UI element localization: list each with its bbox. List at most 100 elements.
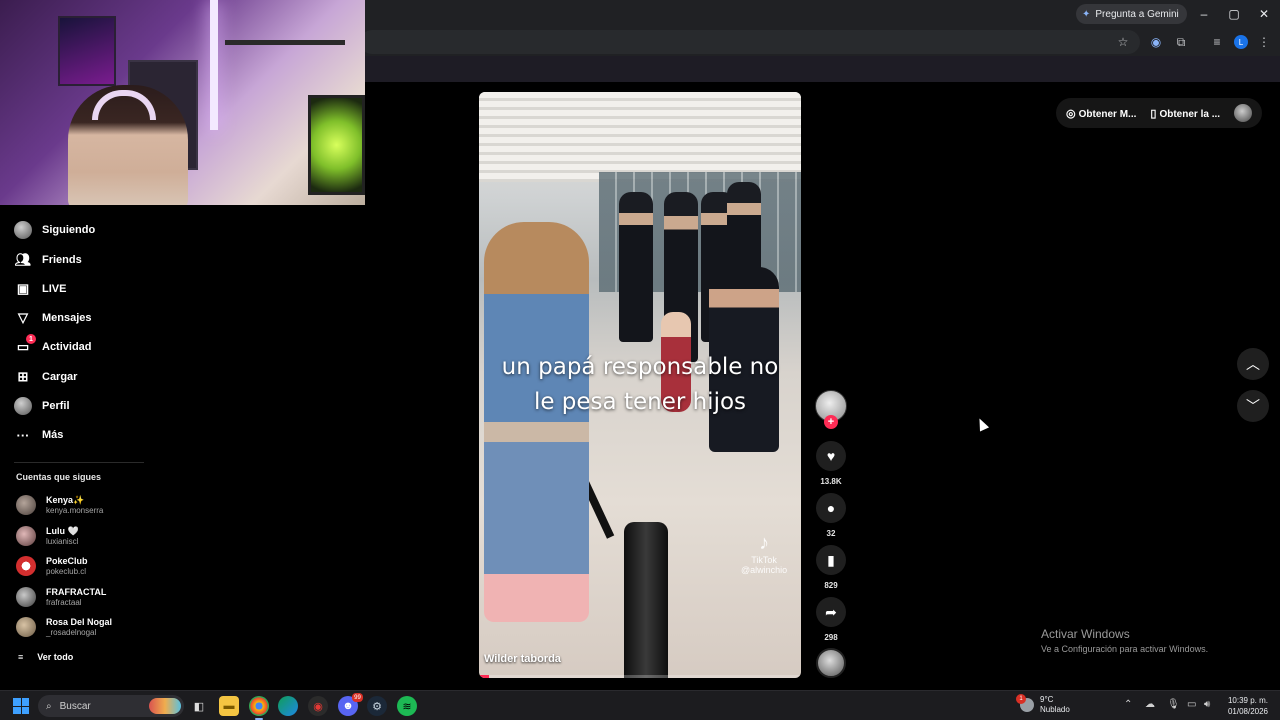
gemini-button[interactable]: ✦ Pregunta a Gemini <box>1076 4 1187 24</box>
gemini-label: Pregunta a Gemini <box>1095 8 1179 20</box>
sidebar-item-label: Mensajes <box>42 312 92 324</box>
sidebar-item-live[interactable]: ▣ LIVE <box>14 277 67 301</box>
search-highlight-image <box>149 698 181 714</box>
chrome-icon[interactable] <box>249 696 269 720</box>
live-icon: ▣ <box>16 281 30 296</box>
bookmark-star-icon[interactable]: ☆ <box>1115 34 1131 50</box>
sidebar-divider <box>14 462 144 463</box>
sidebar-item-upload[interactable]: ⊞ Cargar <box>14 365 78 389</box>
comment-count: 32 <box>826 529 836 538</box>
discord-badge: 99 <box>352 693 363 702</box>
minimize-button[interactable]: – <box>1192 4 1216 24</box>
search-icon: ⌕ <box>46 700 52 712</box>
display-icon[interactable]: ▭ <box>1187 699 1196 710</box>
task-view-icon[interactable]: ◧ <box>189 696 209 716</box>
account-avatar <box>16 587 36 607</box>
video-player[interactable]: un papá responsable no le pesa tener hij… <box>479 92 801 678</box>
weather-widget[interactable]: 1 9°C Nublado <box>1016 694 1070 715</box>
followed-account-item[interactable]: Rosa Del Nogal _rosadelnogal <box>16 614 112 640</box>
save-count: 829 <box>824 581 838 590</box>
top-right-actions: ◎ Obtener M... ▯ Obtener la ... <box>1056 98 1262 128</box>
get-app-button[interactable]: ▯ Obtener la ... <box>1150 107 1220 120</box>
spotify-icon[interactable]: ≋ <box>397 696 417 716</box>
phone-icon: ▯ <box>1150 107 1157 120</box>
sidebar-item-label: LIVE <box>42 283 67 295</box>
sidebar-item-label: Siguiendo <box>42 224 96 236</box>
browser-menu-icon[interactable]: ⋮ <box>1256 34 1272 50</box>
weather-desc: Nublado <box>1040 705 1070 714</box>
account-handle: pokeclub.cl <box>46 566 87 576</box>
account-avatar <box>16 526 36 546</box>
upload-icon: ⊞ <box>17 369 29 384</box>
system-clock[interactable]: 10:39 p. m. 01/08/2026 <box>1226 695 1268 717</box>
address-bar[interactable] <box>360 30 1140 54</box>
get-coins-button[interactable]: ◎ Obtener M... <box>1066 107 1136 120</box>
microphone-icon[interactable]: 🎙︎ <box>1167 699 1180 710</box>
sidebar-item-activity[interactable]: ▭ 1 Actividad <box>14 334 92 359</box>
get-app-label: Obtener la ... <box>1159 108 1221 120</box>
bookmark-icon[interactable]: ▮ <box>816 545 846 575</box>
steam-icon[interactable]: ⚙ <box>367 696 387 716</box>
close-window-button[interactable]: ✕ <box>1252 4 1276 24</box>
sidebar-item-following[interactable]: Siguiendo <box>14 218 95 242</box>
windows-taskbar: ⌕ Buscar ◧ ▬ ◉ ☻ 99 ⚙ ≋ 1 9°C Nublado ⌃ ☁ … <box>0 690 1280 720</box>
watermark-handle: @alwinchio <box>741 565 788 575</box>
account-avatar <box>16 617 36 637</box>
followed-account-item[interactable]: Kenya✨ kenya.monserra <box>16 492 103 518</box>
search-placeholder: Buscar <box>59 700 91 712</box>
read-aloud-icon[interactable]: ◉ <box>1148 34 1164 50</box>
watermark-brand: TikTok <box>751 555 777 565</box>
taskbar-search[interactable]: ⌕ Buscar <box>38 695 184 717</box>
video-progress-bar[interactable] <box>479 675 801 678</box>
volume-icon[interactable]: 🔊︎ <box>1204 699 1210 710</box>
maximize-button[interactable]: ▢ <box>1222 4 1246 24</box>
account-avatar <box>16 556 36 576</box>
file-explorer-icon[interactable]: ▬ <box>219 696 239 716</box>
account-name: Kenya✨ <box>46 494 85 505</box>
comment-icon[interactable]: ● <box>816 493 846 523</box>
account-name: PokeClub <box>46 555 88 566</box>
account-handle: luxianiscl <box>46 536 79 546</box>
sidebar-item-messages[interactable]: ▽ Mensajes <box>14 306 92 330</box>
share-arrow-icon[interactable]: ➦ <box>816 597 846 627</box>
mouse-cursor-icon <box>974 416 990 432</box>
clock-time: 10:39 p. m. <box>1227 696 1268 705</box>
discord-icon[interactable]: ☻ 99 <box>338 693 363 716</box>
video-author[interactable]: Wilder taborda <box>484 653 561 665</box>
more-icon: ··· <box>16 427 30 443</box>
account-handle: kenya.monserra <box>46 505 104 515</box>
following-avatar-icon <box>14 221 32 239</box>
follow-plus-icon[interactable]: + <box>824 415 838 429</box>
media-control-icon[interactable]: ≡ <box>1209 34 1225 50</box>
music-disc-avatar[interactable] <box>816 648 846 678</box>
sidebar-item-label: Cargar <box>42 371 78 383</box>
followed-account-item[interactable]: FRAFRACTAL frafractaal <box>16 584 106 610</box>
user-avatar[interactable] <box>1234 104 1252 122</box>
previous-video-chevron-up-icon[interactable]: ︿ <box>1237 348 1269 380</box>
browser-profile-avatar[interactable]: L <box>1234 35 1248 49</box>
next-video-chevron-down-icon[interactable]: ﹀ <box>1237 390 1269 422</box>
sidebar-item-profile[interactable]: Perfil <box>14 394 70 418</box>
followed-account-item[interactable]: PokeClub pokeclub.cl <box>16 553 88 579</box>
activity-icon: ▭ 1 <box>14 334 36 356</box>
weather-temp: 9°C <box>1040 695 1054 704</box>
messages-icon: ▽ <box>18 310 28 325</box>
get-coins-label: Obtener M... <box>1078 108 1137 120</box>
tiktok-watermark: ♪ TikTok @alwinchio <box>741 532 787 575</box>
obs-icon[interactable]: ◉ <box>308 696 328 716</box>
see-all-link[interactable]: ≡ Ver todo <box>18 652 73 662</box>
sidebar-item-label: Perfil <box>42 400 70 412</box>
like-heart-icon[interactable]: ♥ <box>816 441 846 471</box>
sidebar-item-friends[interactable]: 👥︎ Friends <box>14 248 82 272</box>
edge-icon[interactable] <box>278 696 298 716</box>
followed-account-item[interactable]: Lulu 🤍 luxianiscl <box>16 523 79 549</box>
windows-start-icon[interactable] <box>13 698 29 714</box>
extensions-icon[interactable]: ⧉ <box>1173 34 1189 50</box>
video-caption-line2: le pesa tener hijos <box>533 389 747 415</box>
video-caption-line1: un papá responsable no <box>501 354 779 380</box>
sidebar-item-more[interactable]: ··· Más <box>14 423 64 447</box>
weather-cloud-icon: 1 <box>1016 694 1034 712</box>
tray-chevron-up-icon[interactable]: ⌃ <box>1124 699 1132 710</box>
network-cloud-icon[interactable]: ☁ <box>1145 699 1155 710</box>
sidebar-item-label: Actividad <box>42 341 92 353</box>
